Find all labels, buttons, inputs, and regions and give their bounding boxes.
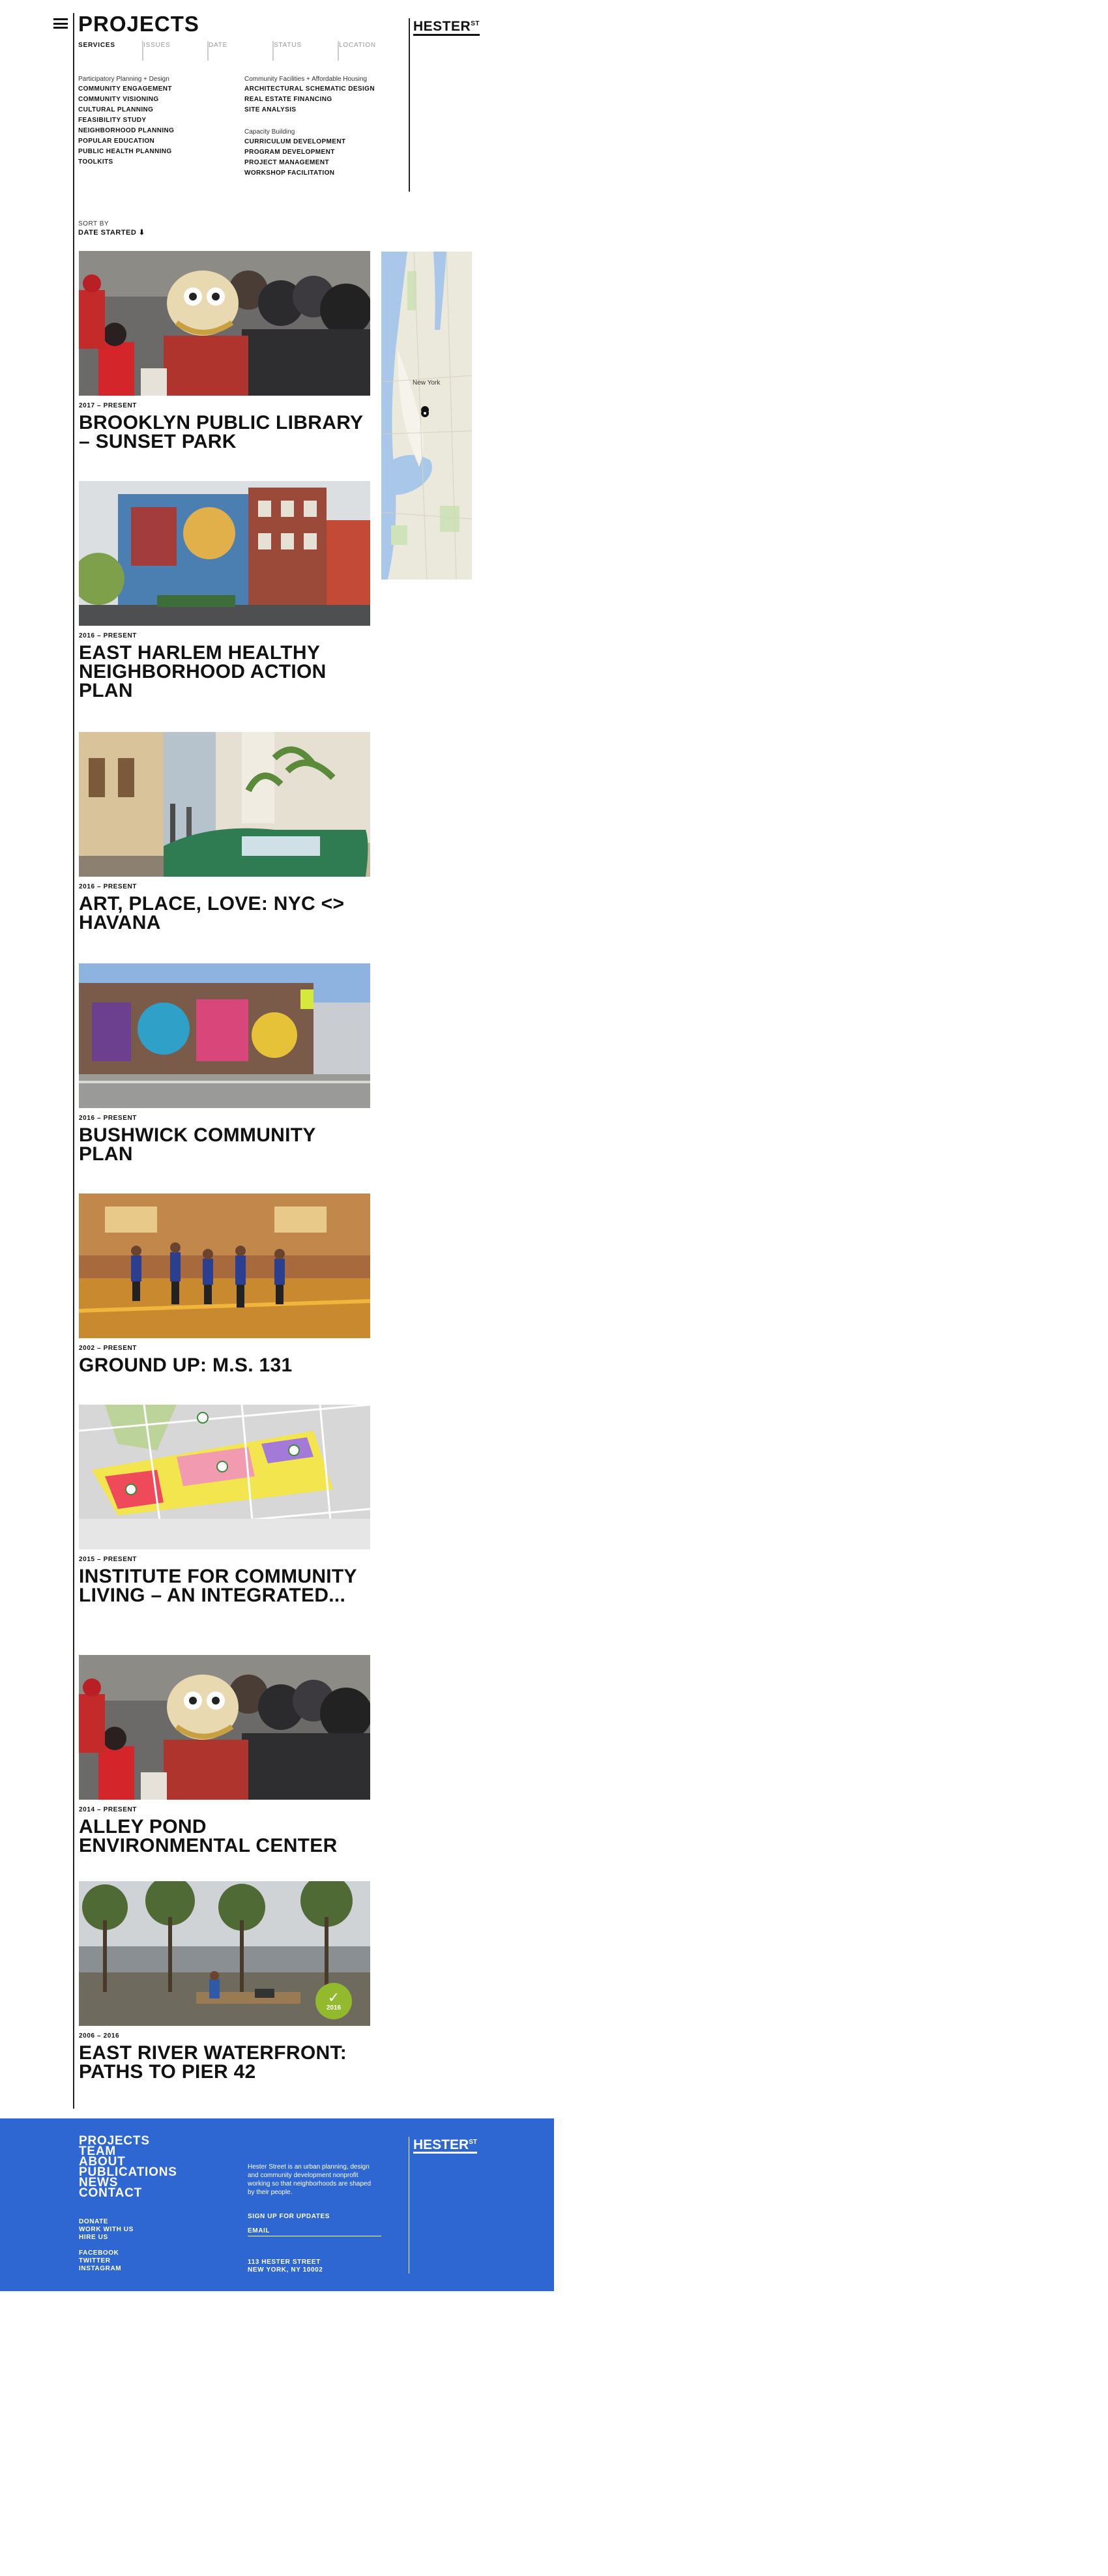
project-title[interactable]: BROOKLYN PUBLIC LIBRARY – SUNSET PARK (79, 413, 370, 452)
service-filter-item[interactable]: FEASIBILITY STUDY (78, 115, 235, 126)
check-icon: ✓ (327, 1989, 340, 2006)
project-title[interactable]: ALLEY POND ENVIRONMENTAL CENTER (79, 1817, 370, 1856)
twitter-link[interactable]: TWITTER (79, 2257, 134, 2265)
tab-location[interactable]: LOCATION (339, 41, 404, 61)
logo-sup: ST (471, 20, 480, 27)
tab-date[interactable]: DATE (209, 41, 274, 61)
sort-label: SORT BY (78, 220, 109, 227)
services-column-left: Participatory Planning + Design COMMUNIT… (78, 74, 235, 179)
project-date: 2006 – 2016 (79, 2032, 120, 2040)
project-title[interactable]: GROUND UP: M.S. 131 (79, 1356, 370, 1375)
footer-logo[interactable]: HESTERST (413, 2138, 477, 2154)
facebook-link[interactable]: FACEBOOK (79, 2249, 134, 2257)
service-filter-item[interactable]: CULTURAL PLANNING (78, 105, 235, 115)
project-card[interactable]: 2017 – PRESENT BROOKLYN PUBLIC LIBRARY –… (79, 251, 370, 452)
service-group-heading: Participatory Planning + Design (78, 76, 169, 83)
project-date: 2017 – PRESENT (79, 402, 137, 409)
hire-us-link[interactable]: HIRE US (79, 2234, 134, 2242)
instagram-link[interactable]: INSTAGRAM (79, 2265, 134, 2273)
project-date: 2015 – PRESENT (79, 1556, 137, 1563)
project-card[interactable]: 2016 – PRESENT BUSHWICK COMMUNITY PLAN (79, 963, 370, 1164)
sort-dropdown[interactable]: DATE STARTED ⬇ (78, 228, 145, 237)
service-filter-item[interactable]: CURRICULUM DEVELOPMENT (244, 137, 401, 147)
signup-heading: SIGN UP FOR UPDATES (248, 2213, 330, 2220)
project-image-gym-dance[interactable] (79, 1193, 370, 1338)
work-with-us-link[interactable]: WORK WITH US (79, 2226, 134, 2234)
tab-status[interactable]: STATUS (274, 41, 340, 61)
completed-badge: ✓ 2016 (315, 1983, 352, 2019)
service-filter-item[interactable]: TOOLKITS (78, 157, 235, 168)
project-image-bushwick-murals[interactable] (79, 963, 370, 1108)
project-image-lion-dance[interactable] (79, 251, 370, 396)
footer-about-text: Hester Street is an urban planning, desi… (248, 2163, 372, 2196)
map-city-label: New York (413, 379, 441, 387)
left-divider (73, 13, 74, 2109)
footer-logo-text: HESTER (413, 2137, 469, 2152)
service-filter-item[interactable]: SITE ANALYSIS (244, 105, 401, 115)
project-card[interactable]: 2016 – PRESENT EAST HARLEM HEALTHY NEIGH… (79, 481, 370, 701)
menu-icon[interactable] (53, 18, 68, 29)
project-title[interactable]: BUSHWICK COMMUNITY PLAN (79, 1126, 370, 1164)
project-image-lion-dance[interactable] (79, 1655, 370, 1800)
filter-tabs: SERVICES ISSUES DATE STATUS LOCATION (78, 41, 404, 61)
address-line: 113 HESTER STREET (248, 2259, 321, 2266)
project-card[interactable]: 2002 – PRESENT GROUND UP: M.S. 131 (79, 1193, 370, 1375)
service-filter-item[interactable]: COMMUNITY ENGAGEMENT (78, 84, 235, 95)
tab-issues[interactable]: ISSUES (143, 41, 209, 61)
footer-spacer (79, 2242, 134, 2249)
project-card[interactable]: ✓ 2016 2006 – 2016 EAST RIVER WATERFRONT… (79, 1881, 370, 2082)
footer-logo-sup: ST (469, 2139, 477, 2146)
project-card[interactable]: 2016 – PRESENT ART, PLACE, LOVE: NYC <> … (79, 732, 370, 933)
footer-address: 113 HESTER STREET NEW YORK, NY 10002 (248, 2259, 323, 2274)
service-group: Community Facilities + Affordable Housin… (244, 74, 401, 115)
service-filter-item[interactable]: PROJECT MANAGEMENT (244, 158, 401, 168)
address-line: NEW YORK, NY 10002 (248, 2266, 323, 2274)
project-image-site-plan[interactable] (79, 1405, 370, 1549)
project-image-havana-street[interactable] (79, 732, 370, 877)
hester-street-logo[interactable]: HESTERST (413, 20, 480, 36)
service-filter-item[interactable]: PUBLIC HEALTH PLANNING (78, 147, 235, 157)
project-date: 2002 – PRESENT (79, 1345, 137, 1352)
completed-year: 2016 (326, 2004, 342, 2012)
project-date: 2016 – PRESENT (79, 883, 137, 890)
service-filter-item[interactable]: POPULAR EDUCATION (78, 136, 235, 147)
site-footer: PROJECTS TEAM ABOUT PUBLICATIONS NEWS CO… (0, 2118, 554, 2291)
project-date: 2014 – PRESENT (79, 1806, 137, 1813)
service-filter-item[interactable]: PROGRAM DEVELOPMENT (244, 147, 401, 158)
page-title: PROJECTS (78, 12, 199, 36)
project-title[interactable]: INSTITUTE FOR COMMUNITY LIVING – AN INTE… (79, 1567, 370, 1605)
service-filter-item[interactable]: ARCHITECTURAL SCHEMATIC DESIGN (244, 84, 401, 95)
project-title[interactable]: EAST RIVER WATERFRONT: PATHS TO PIER 42 (79, 2043, 370, 2082)
service-group-heading: Capacity Building (244, 128, 295, 136)
project-title[interactable]: EAST HARLEM HEALTHY NEIGHBORHOOD ACTION … (79, 643, 370, 701)
service-filter-item[interactable]: REAL ESTATE FINANCING (244, 95, 401, 105)
footer-nav: PROJECTS TEAM ABOUT PUBLICATIONS NEWS CO… (79, 2135, 177, 2199)
tab-services[interactable]: SERVICES (78, 41, 144, 61)
service-filter-item[interactable]: NEIGHBORHOOD PLANNING (78, 126, 235, 136)
email-field[interactable]: EMAIL (248, 2227, 381, 2236)
donate-link[interactable]: DONATE (79, 2218, 134, 2226)
project-image-waterfront[interactable]: ✓ 2016 (79, 1881, 370, 2026)
projects-map[interactable]: New York (381, 252, 472, 579)
service-filter-item[interactable]: COMMUNITY VISIONING (78, 95, 235, 105)
service-group: Participatory Planning + Design COMMUNIT… (78, 74, 235, 168)
service-group: Capacity Building CURRICULUM DEVELOPMENT… (244, 127, 401, 179)
project-image-east-harlem-mural[interactable] (79, 481, 370, 626)
service-group-heading: Community Facilities + Affordable Housin… (244, 76, 367, 83)
right-divider (409, 18, 410, 192)
project-card[interactable]: 2014 – PRESENT ALLEY POND ENVIRONMENTAL … (79, 1655, 370, 1856)
project-card[interactable]: 2015 – PRESENT INSTITUTE FOR COMMUNITY L… (79, 1405, 370, 1605)
service-filter-item[interactable]: WORKSHOP FACILITATION (244, 168, 401, 179)
project-title[interactable]: ART, PLACE, LOVE: NYC <> HAVANA (79, 894, 370, 933)
logo-text: HESTER (413, 19, 471, 34)
project-date: 2016 – PRESENT (79, 632, 137, 639)
footer-nav-contact[interactable]: CONTACT (79, 2187, 177, 2199)
footer-links: DONATE WORK WITH US HIRE US FACEBOOK TWI… (79, 2218, 134, 2273)
services-column-right: Community Facilities + Affordable Housin… (244, 74, 401, 190)
project-date: 2016 – PRESENT (79, 1115, 137, 1122)
